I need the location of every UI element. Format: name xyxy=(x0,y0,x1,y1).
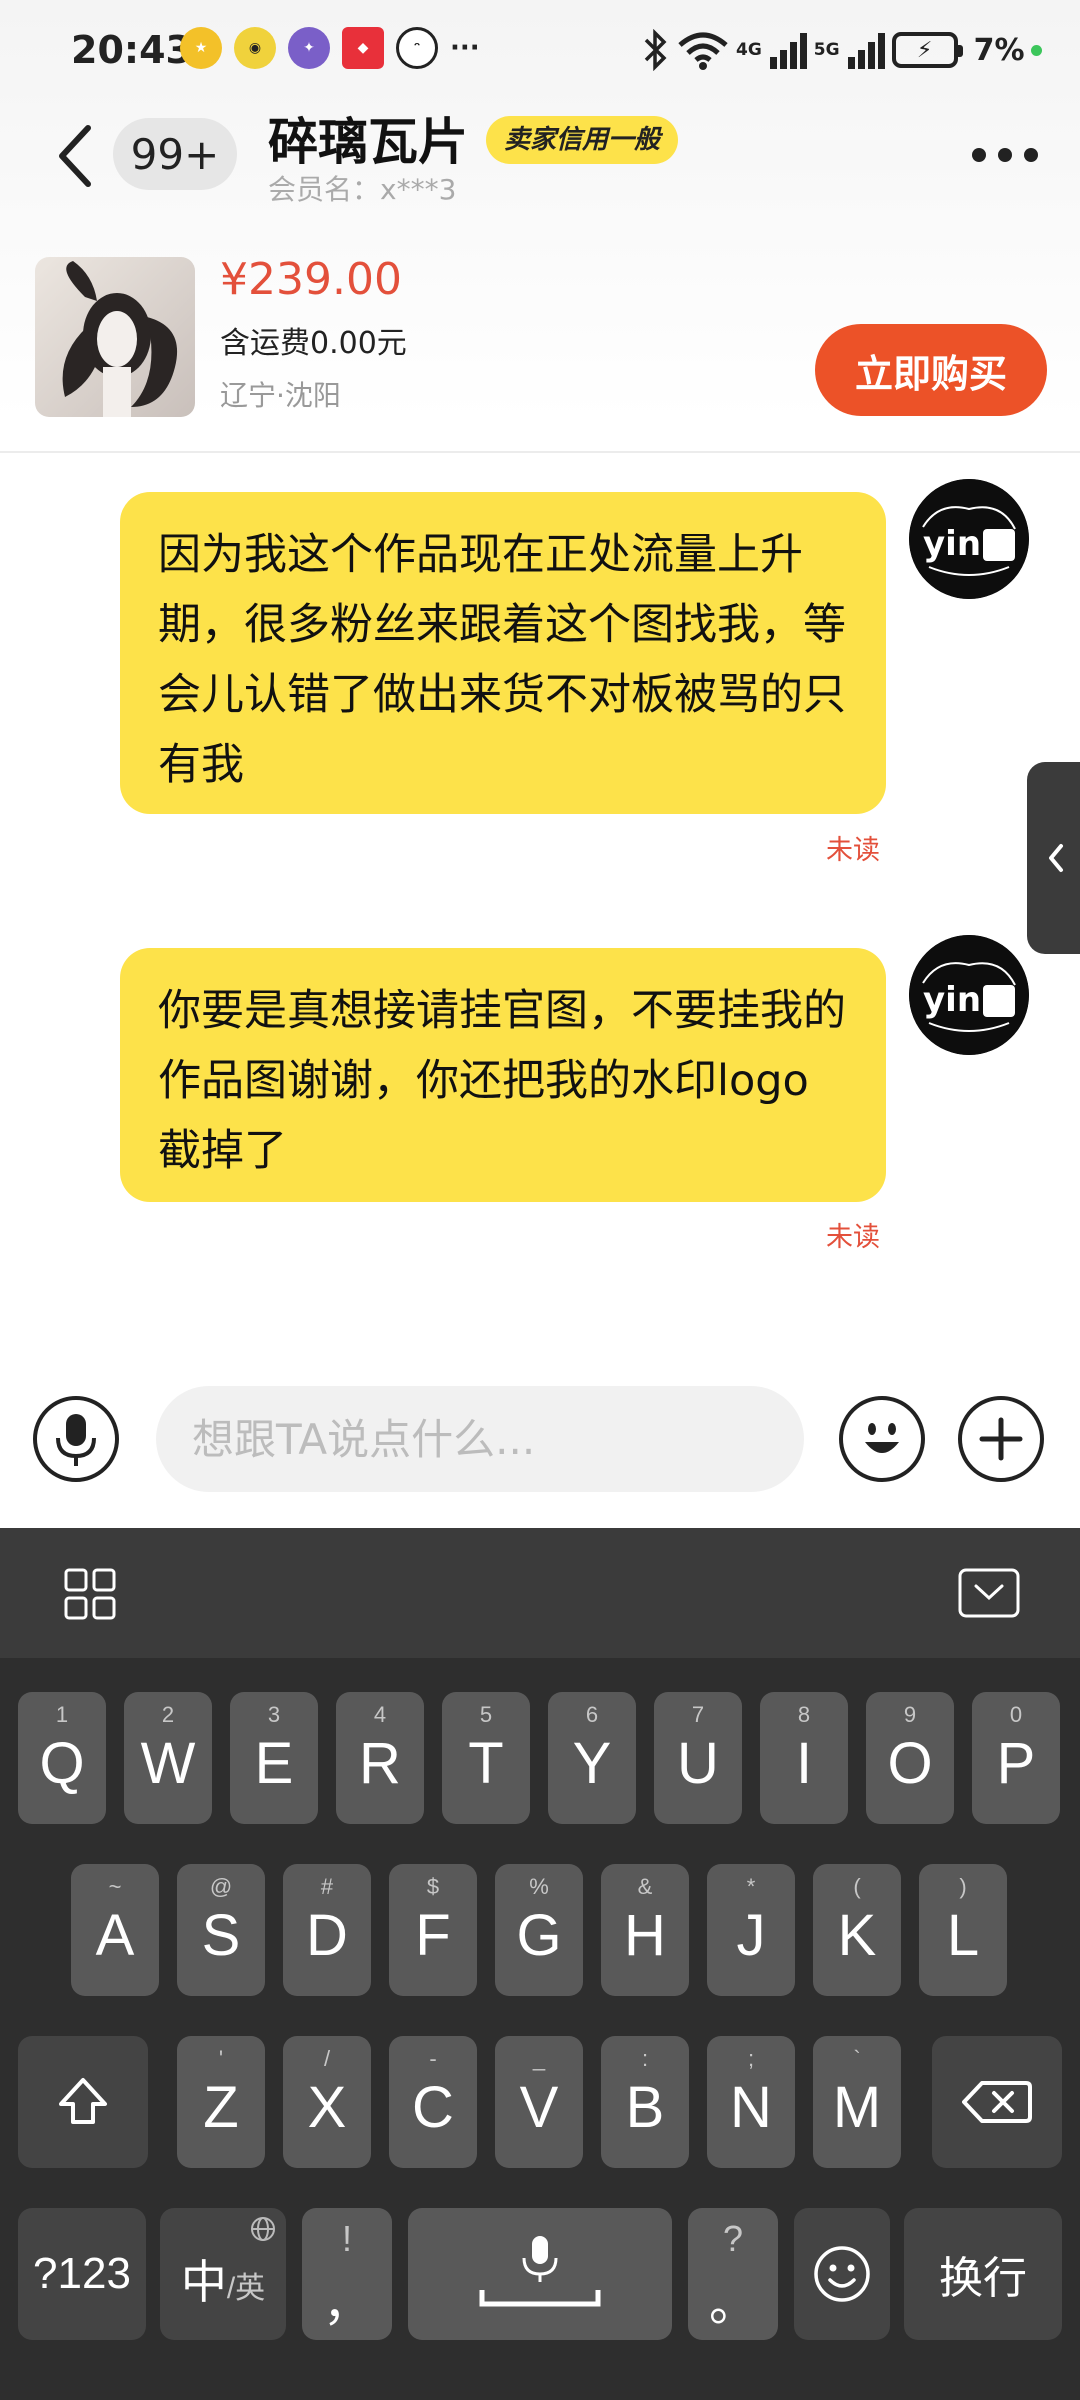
my-avatar[interactable]: yin xyxy=(909,479,1029,599)
key-r[interactable]: 4R xyxy=(336,1692,424,1824)
key-l[interactable]: ) L xyxy=(919,1864,1007,1996)
signal-4g-icon xyxy=(769,33,807,69)
star-badge-icon: ★ xyxy=(180,27,222,69)
keyboard-toolbar xyxy=(0,1528,1080,1658)
key-b[interactable]: :B xyxy=(601,2036,689,2168)
avatar-text: yin xyxy=(923,524,981,564)
key-i[interactable]: 8I xyxy=(760,1692,848,1824)
key-g[interactable]: % G xyxy=(495,1864,583,1996)
chat-message-bubble[interactable]: 你要是真想接请挂官图，不要挂我的作品图谢谢，你还把我的水印logo截掉了 xyxy=(120,948,886,1202)
shift-key[interactable] xyxy=(18,2036,148,2168)
header-divider xyxy=(0,451,1080,453)
key-s[interactable]: @ S xyxy=(177,1864,265,1996)
wifi-icon xyxy=(678,32,728,70)
shift-arrow-icon xyxy=(59,2078,107,2124)
back-chevron-left-icon[interactable] xyxy=(52,122,96,190)
comma-key[interactable]: !， xyxy=(302,2208,392,2340)
status-system-icons: 4G 5G ⚡ 7% xyxy=(640,24,1042,76)
product-thumbnail[interactable] xyxy=(35,257,195,417)
key-t[interactable]: 5T xyxy=(442,1692,530,1824)
soft-keyboard: 1Q 2W 3E 4R 5T 6Y 7U 8I 9O 0P ~ A @ S # D $… xyxy=(0,1528,1080,2400)
smiley-face-icon xyxy=(814,2246,870,2302)
key-z[interactable]: ' Z xyxy=(177,2036,265,2168)
product-price: ¥239.00 xyxy=(220,254,402,305)
space-key[interactable] xyxy=(408,2208,672,2340)
unread-count-badge[interactable]: 99+ xyxy=(113,118,237,190)
cat-notification-icon: ᵔ xyxy=(396,27,438,69)
period-key[interactable]: ?。 xyxy=(688,2208,778,2340)
grid-menu-icon[interactable] xyxy=(64,1568,116,1620)
key-d[interactable]: # D xyxy=(283,1864,371,1996)
privacy-indicator-dot xyxy=(1030,44,1042,56)
backspace-icon xyxy=(962,2081,1032,2123)
message-unread-status: 未读 xyxy=(826,1222,880,1253)
key-n[interactable]: ; N xyxy=(707,2036,795,2168)
signal-5g-icon xyxy=(847,33,885,69)
battery-percent: 7% xyxy=(973,32,1025,68)
enter-key[interactable]: 换行 xyxy=(904,2208,1062,2340)
network-5g-label: 5G xyxy=(813,40,840,60)
more-actions-button[interactable] xyxy=(958,1396,1044,1482)
member-name: 会员名：x***3 xyxy=(268,173,457,206)
avatar-logo-icon: yin xyxy=(909,479,1029,599)
key-y[interactable]: 6Y xyxy=(548,1692,636,1824)
app-notification-icon: ◉ xyxy=(234,27,276,69)
chevron-left-icon xyxy=(1049,844,1063,872)
key-x[interactable]: / X xyxy=(283,2036,371,2168)
message-unread-status: 未读 xyxy=(826,835,880,866)
key-h[interactable]: & H xyxy=(601,1864,689,1996)
seller-location: 辽宁·沈阳 xyxy=(220,379,341,412)
key-k[interactable]: (K xyxy=(813,1864,901,1996)
more-notifications-icon: ··· xyxy=(450,33,480,63)
globe-icon xyxy=(250,2216,276,2247)
more-options-icon[interactable] xyxy=(972,148,1038,162)
message-input[interactable] xyxy=(156,1386,804,1492)
avatar-text: yin xyxy=(923,980,981,1020)
microphone-space-icon xyxy=(479,2236,601,2307)
battery-icon: ⚡ xyxy=(891,32,963,68)
red-app-notification-icon: ◆ xyxy=(342,27,384,69)
game-notification-icon: ✦ xyxy=(288,27,330,69)
symbols-key[interactable]: ?123 xyxy=(18,2208,146,2340)
status-notification-icons: ★ ◉ ✦ ◆ ᵔ ··· xyxy=(180,27,480,69)
avatar-logo-icon: yin xyxy=(909,935,1029,1055)
emoji-key[interactable] xyxy=(794,2208,890,2340)
key-m[interactable]: ` M xyxy=(813,2036,901,2168)
network-4g-label: 4G xyxy=(736,40,762,60)
key-p[interactable]: 0P xyxy=(972,1692,1060,1824)
status-time: 20:43 xyxy=(71,28,192,72)
key-v[interactable]: _ V xyxy=(495,2036,583,2168)
backspace-key[interactable] xyxy=(932,2036,1062,2168)
shipping-fee: 含运费0.00元 xyxy=(220,326,407,361)
key-o[interactable]: 9O xyxy=(866,1692,954,1824)
microphone-icon xyxy=(56,1414,96,1466)
key-e[interactable]: 3E xyxy=(230,1692,318,1824)
my-avatar[interactable]: yin xyxy=(909,935,1029,1055)
key-j[interactable]: * J xyxy=(707,1864,795,1996)
shop-name[interactable]: 碎璃瓦片 xyxy=(268,108,468,176)
plus-icon xyxy=(979,1417,1023,1461)
side-drawer-tab[interactable] xyxy=(1027,762,1080,954)
seller-credit-badge[interactable]: 卖家信用一般 xyxy=(486,116,679,164)
emoji-button[interactable] xyxy=(839,1396,925,1482)
voice-input-button[interactable] xyxy=(33,1396,119,1482)
key-f[interactable]: $ F xyxy=(389,1864,477,1996)
language-switch-key[interactable]: 中/英 xyxy=(160,2208,286,2340)
smiley-icon xyxy=(865,1423,899,1453)
bluetooth-icon xyxy=(644,29,667,71)
buy-now-button[interactable]: 立即购买 xyxy=(815,324,1047,416)
key-w[interactable]: 2W xyxy=(124,1692,212,1824)
wig-image-icon xyxy=(62,261,178,417)
key-c[interactable]: -C xyxy=(389,2036,477,2168)
key-u[interactable]: 7U xyxy=(654,1692,742,1824)
key-a[interactable]: ~ A xyxy=(71,1864,159,1996)
hide-keyboard-icon[interactable] xyxy=(958,1568,1020,1618)
chat-message-bubble[interactable]: 因为我这个作品现在正处流量上升期，很多粉丝来跟着这个图找我，等会儿认错了做出来货… xyxy=(120,492,886,814)
key-q[interactable]: 1Q xyxy=(18,1692,106,1824)
